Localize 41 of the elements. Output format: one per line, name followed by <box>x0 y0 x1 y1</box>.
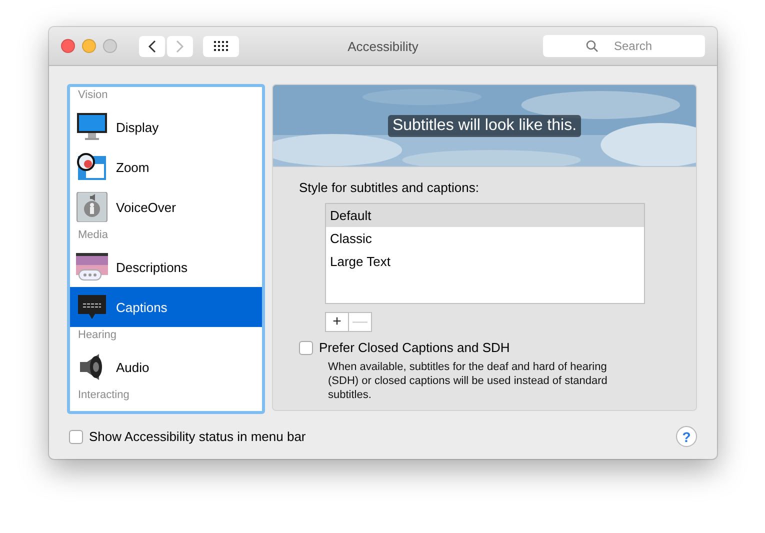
show-all-button[interactable] <box>203 36 239 56</box>
minimize-button[interactable] <box>82 39 96 53</box>
zoom-button[interactable] <box>103 39 117 53</box>
item-label: Display <box>116 120 159 134</box>
back-button[interactable] <box>139 36 165 56</box>
speech-bubble-icon <box>76 252 108 282</box>
chevron-right-icon <box>176 40 184 52</box>
sidebar-item[interactable]: Descriptions <box>70 247 262 287</box>
item-label: Audio <box>116 360 150 374</box>
monitor-icon <box>76 112 108 142</box>
item-label: VoiceOver <box>116 200 176 214</box>
search-field[interactable]: Search <box>543 35 705 57</box>
close-button[interactable] <box>61 39 75 53</box>
item-label: Zoom <box>116 160 150 174</box>
style-row[interactable]: Default <box>326 204 644 227</box>
checkbox[interactable] <box>299 340 313 354</box>
section-header: Vision <box>77 88 109 103</box>
section-header: Interacting <box>77 388 130 403</box>
sidebar-item[interactable]: Audio <box>70 347 262 387</box>
section-header: Media <box>77 228 109 243</box>
grid-icon <box>214 41 228 51</box>
item-label: Descriptions <box>116 260 188 274</box>
checkbox-label: Show Accessibility status in menu bar <box>89 429 306 444</box>
accessibility-icon <box>76 192 108 222</box>
checkbox[interactable] <box>69 430 83 444</box>
checkbox-label: Prefer Closed Captions and SDH <box>319 340 510 355</box>
sidebar-item[interactable]: Captions <box>70 287 262 327</box>
sidebar-item[interactable]: VoiceOver <box>70 187 262 227</box>
window-title: Accessibility <box>348 38 418 54</box>
chevron-left-icon <box>148 40 156 52</box>
description-text: When available, subtitles for the deaf and hard of hearing (SDH) or closed captions will be used instead of standard subtitles. <box>328 360 608 402</box>
section-header: Hearing <box>77 328 118 343</box>
subtitle-sample: Subtitles will look like this. <box>388 114 581 136</box>
add-button[interactable]: + <box>325 312 349 332</box>
help-button[interactable]: ? <box>676 426 697 447</box>
item-label: Captions <box>116 300 168 314</box>
sidebar-item[interactable]: Display <box>70 107 262 147</box>
style-label: Style for subtitles and captions: <box>299 180 480 195</box>
search-icon <box>586 40 598 52</box>
sidebar-item[interactable]: Zoom <box>70 147 262 187</box>
magnifier-icon <box>76 152 108 182</box>
